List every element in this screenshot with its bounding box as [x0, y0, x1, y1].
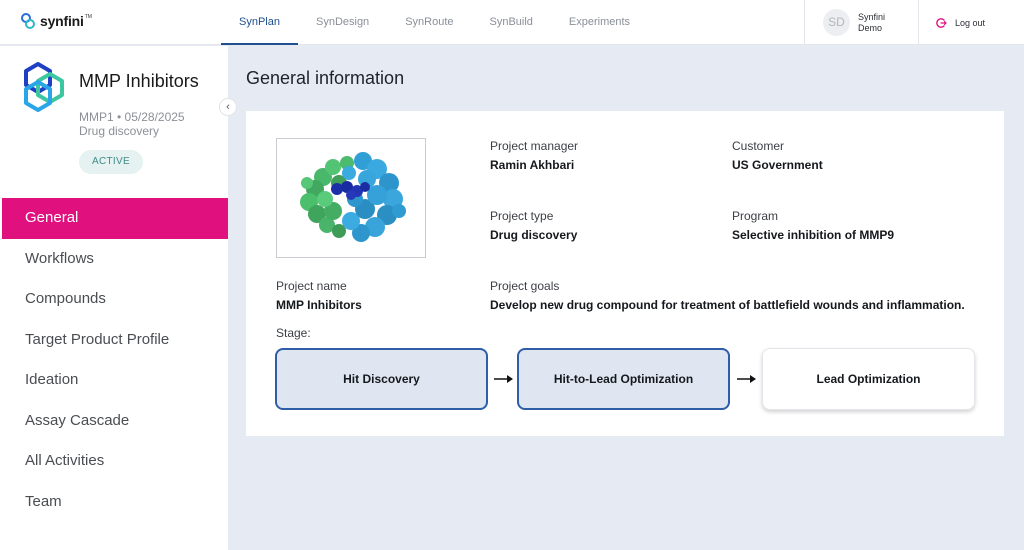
tab-experiments[interactable]: Experiments — [551, 0, 648, 45]
project-name-value: MMP Inhibitors — [276, 298, 362, 312]
project-goals-value: Develop new drug compound for treatment … — [490, 298, 965, 312]
logout-icon — [936, 17, 947, 28]
brand-trademark: TM — [84, 14, 92, 20]
general-info-card: Project manager Ramin Akhbari Customer U… — [246, 111, 1004, 436]
user-name: Synfini Demo — [858, 12, 885, 34]
sidebar-item-target-product-profile[interactable]: Target Product Profile — [2, 320, 228, 361]
brand-logo[interactable]: synfini TM — [20, 12, 92, 30]
avatar: SD — [823, 9, 850, 36]
sidebar-item-compounds[interactable]: Compounds — [2, 279, 228, 320]
collapse-chevron-icon[interactable]: ‹ — [219, 98, 237, 116]
stage-hit-to-lead[interactable]: Hit-to-Lead Optimization — [517, 348, 730, 410]
user-menu[interactable]: SD Synfini Demo — [804, 0, 885, 45]
project-manager-value: Ramin Akhbari — [490, 158, 575, 172]
tab-synroute[interactable]: SynRoute — [387, 0, 471, 45]
project-meta: MMP1 • 05/28/2025 Drug discovery — [79, 110, 185, 138]
top-bar: synfini TM SynPlan SynDesign SynRoute Sy… — [0, 0, 1024, 45]
sidebar: MMP Inhibitors MMP1 • 05/28/2025 Drug di… — [0, 46, 228, 550]
program-label: Program — [732, 209, 779, 223]
sidebar-item-all-activities[interactable]: All Activities — [2, 441, 228, 482]
project-type-label: Drug discovery — [79, 124, 160, 138]
customer-field: Customer US Government — [732, 139, 823, 172]
protein-structure-graphic — [300, 152, 406, 242]
project-goals-field: Project goals Develop new drug compound … — [490, 279, 965, 312]
program-field: Program Selective inhibition of MMP9 — [732, 209, 894, 242]
project-name-field: Project name MMP Inhibitors — [276, 279, 362, 312]
sidebar-item-ideation[interactable]: Ideation — [2, 360, 228, 401]
project-manager-label: Project manager — [490, 139, 579, 153]
sidebar-item-general[interactable]: General — [2, 198, 228, 239]
project-goals-label: Project goals — [490, 279, 560, 293]
logout-button[interactable]: Log out — [918, 0, 985, 45]
user-name-line1: Synfini — [858, 11, 886, 22]
arrow-right-icon — [494, 375, 513, 383]
program-value: Selective inhibition of MMP9 — [732, 228, 895, 242]
project-name-label: Project name — [276, 279, 347, 293]
page-title: General information — [246, 68, 405, 88]
project-type-label: Project type — [490, 209, 554, 223]
brand-name: synfini — [40, 13, 84, 29]
stage-label: Stage: — [276, 326, 311, 340]
project-title: MMP Inhibitors — [79, 71, 199, 91]
sidebar-item-workflows[interactable]: Workflows — [2, 239, 228, 280]
project-type-value: Drug discovery — [490, 228, 578, 242]
sidebar-item-assay-cascade[interactable]: Assay Cascade — [2, 401, 228, 442]
project-type-field: Project type Drug discovery — [490, 209, 577, 242]
sidebar-nav: General Workflows Compounds Target Produ… — [2, 198, 228, 522]
project-hexagon-icon — [24, 62, 64, 112]
protein-structure-image — [276, 138, 426, 258]
app-tabs: SynPlan SynDesign SynRoute SynBuild Expe… — [221, 0, 648, 45]
sidebar-item-team[interactable]: Team — [2, 482, 228, 523]
arrow-right-icon — [737, 375, 756, 383]
stage-lead-optimization[interactable]: Lead Optimization — [762, 348, 975, 410]
tab-synbuild[interactable]: SynBuild — [472, 0, 551, 45]
synfini-logo-icon — [21, 13, 35, 29]
project-manager-field: Project manager Ramin Akhbari — [490, 139, 578, 172]
user-name-line2: Demo — [858, 22, 883, 33]
tab-synplan[interactable]: SynPlan — [221, 0, 298, 45]
project-code-date: MMP1 • 05/28/2025 — [79, 110, 185, 124]
tab-syndesign[interactable]: SynDesign — [298, 0, 387, 45]
logout-label: Log out — [955, 17, 986, 28]
status-badge: ACTIVE — [79, 150, 143, 174]
customer-label: Customer — [732, 139, 785, 153]
stage-hit-discovery[interactable]: Hit Discovery — [275, 348, 488, 410]
customer-value: US Government — [732, 158, 823, 172]
